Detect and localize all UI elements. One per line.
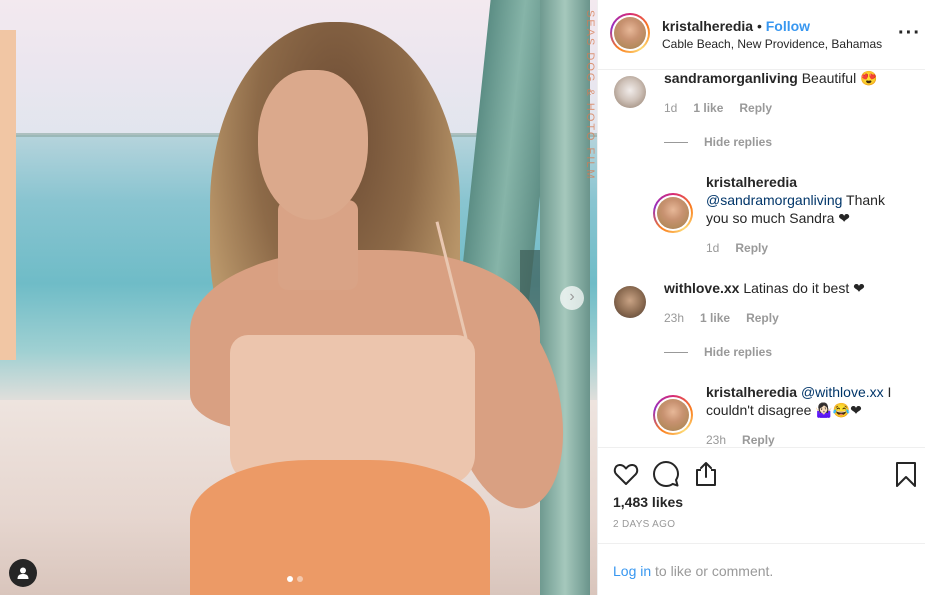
photo-subject: [150, 10, 581, 595]
comment-likes[interactable]: 1 like: [693, 101, 723, 115]
location-link[interactable]: Cable Beach, New Providence, Bahamas: [662, 37, 902, 51]
comment-likes[interactable]: 1 like: [700, 311, 730, 325]
carousel-indicator: [287, 576, 303, 582]
comment-icon: [653, 461, 679, 487]
reply-avatar[interactable]: [653, 395, 693, 435]
carousel-dot: [297, 576, 303, 582]
like-button[interactable]: [612, 460, 640, 488]
post-actions: 1,483 likes 2 DAYS AGO: [598, 447, 925, 543]
hide-replies-label: Hide replies: [704, 135, 773, 149]
share-icon: [696, 462, 716, 486]
login-prompt: Log in to like or comment.: [613, 563, 773, 579]
post-date[interactable]: 2 DAYS AGO: [613, 519, 675, 530]
reply-text: kristalheredia @sandramorganliving Thank…: [706, 173, 906, 227]
comment-reply-button[interactable]: Reply: [739, 101, 772, 115]
comment-meta: 23h 1 like Reply: [664, 311, 779, 325]
comments-list[interactable]: sandramorganliving Beautiful 😍 1d 1 like…: [598, 70, 925, 447]
chevron-right-icon: ›: [569, 288, 575, 305]
more-options-button[interactable]: ···: [898, 22, 921, 45]
comment-username[interactable]: withlove.xx: [664, 280, 739, 296]
reply-meta: 23h Reply: [706, 433, 775, 447]
login-bar: Log in to like or comment.: [598, 543, 925, 595]
subject-face: [258, 70, 368, 220]
reply-reply-button[interactable]: Reply: [735, 241, 768, 255]
author-info: kristalheredia • Follow Cable Beach, New…: [662, 18, 902, 51]
comment-meta: 1d 1 like Reply: [664, 101, 772, 115]
header-separator: •: [756, 18, 762, 34]
photo-left-post: [0, 30, 16, 360]
reply-meta: 1d Reply: [706, 241, 768, 255]
comment-message: Beautiful 😍: [801, 70, 878, 86]
likes-count[interactable]: 1,483 likes: [613, 494, 683, 510]
bookmark-icon: [896, 462, 916, 487]
commenter-avatar[interactable]: [614, 76, 646, 108]
save-button[interactable]: [892, 460, 920, 488]
comment-time[interactable]: 1d: [664, 101, 677, 115]
hide-replies-label: Hide replies: [704, 345, 773, 359]
post-header: kristalheredia • Follow Cable Beach, New…: [598, 0, 925, 70]
reply-mention[interactable]: @withlove.xx: [801, 384, 884, 400]
comment-text: withlove.xx Latinas do it best ❤: [664, 279, 914, 297]
author-avatar[interactable]: [610, 13, 650, 53]
reply-username[interactable]: kristalheredia: [706, 174, 797, 190]
hide-replies-button[interactable]: Hide replies: [664, 345, 772, 359]
comment-time[interactable]: 23h: [664, 311, 684, 325]
more-icon: ···: [898, 22, 921, 44]
subject-pants: [190, 460, 490, 595]
photo-overlay-text: SEAS DOG & HOTO FILM: [584, 10, 596, 181]
login-prompt-text: to like or comment.: [651, 563, 774, 579]
commenter-avatar[interactable]: [614, 286, 646, 318]
comment-reply-button[interactable]: Reply: [746, 311, 779, 325]
comment-button[interactable]: [652, 460, 680, 488]
reply-username[interactable]: kristalheredia: [706, 384, 797, 400]
carousel-dot-active: [287, 576, 293, 582]
reply-avatar[interactable]: [653, 193, 693, 233]
follow-button[interactable]: Follow: [766, 18, 810, 34]
carousel-next-button[interactable]: ›: [560, 286, 584, 310]
comment-username[interactable]: sandramorganliving: [664, 70, 798, 86]
heart-icon: [613, 463, 639, 485]
share-button[interactable]: [692, 460, 720, 488]
reply-text: kristalheredia @withlove.xx I couldn't d…: [706, 383, 906, 419]
user-tag-icon: [17, 567, 29, 579]
reply-mention[interactable]: @sandramorganliving: [706, 192, 842, 208]
hide-replies-button[interactable]: Hide replies: [664, 135, 772, 149]
comment-message: Latinas do it best ❤: [743, 280, 865, 296]
user-tag-button[interactable]: [9, 559, 37, 587]
comment-text: sandramorganliving Beautiful 😍: [664, 70, 914, 87]
reply-time[interactable]: 23h: [706, 433, 726, 447]
login-link[interactable]: Log in: [613, 563, 651, 579]
reply-time[interactable]: 1d: [706, 241, 719, 255]
post-photo[interactable]: SEAS DOG & HOTO FILM ›: [0, 0, 597, 595]
author-username[interactable]: kristalheredia: [662, 18, 753, 34]
reply-reply-button[interactable]: Reply: [742, 433, 775, 447]
post-sidebar: kristalheredia • Follow Cable Beach, New…: [597, 0, 925, 595]
